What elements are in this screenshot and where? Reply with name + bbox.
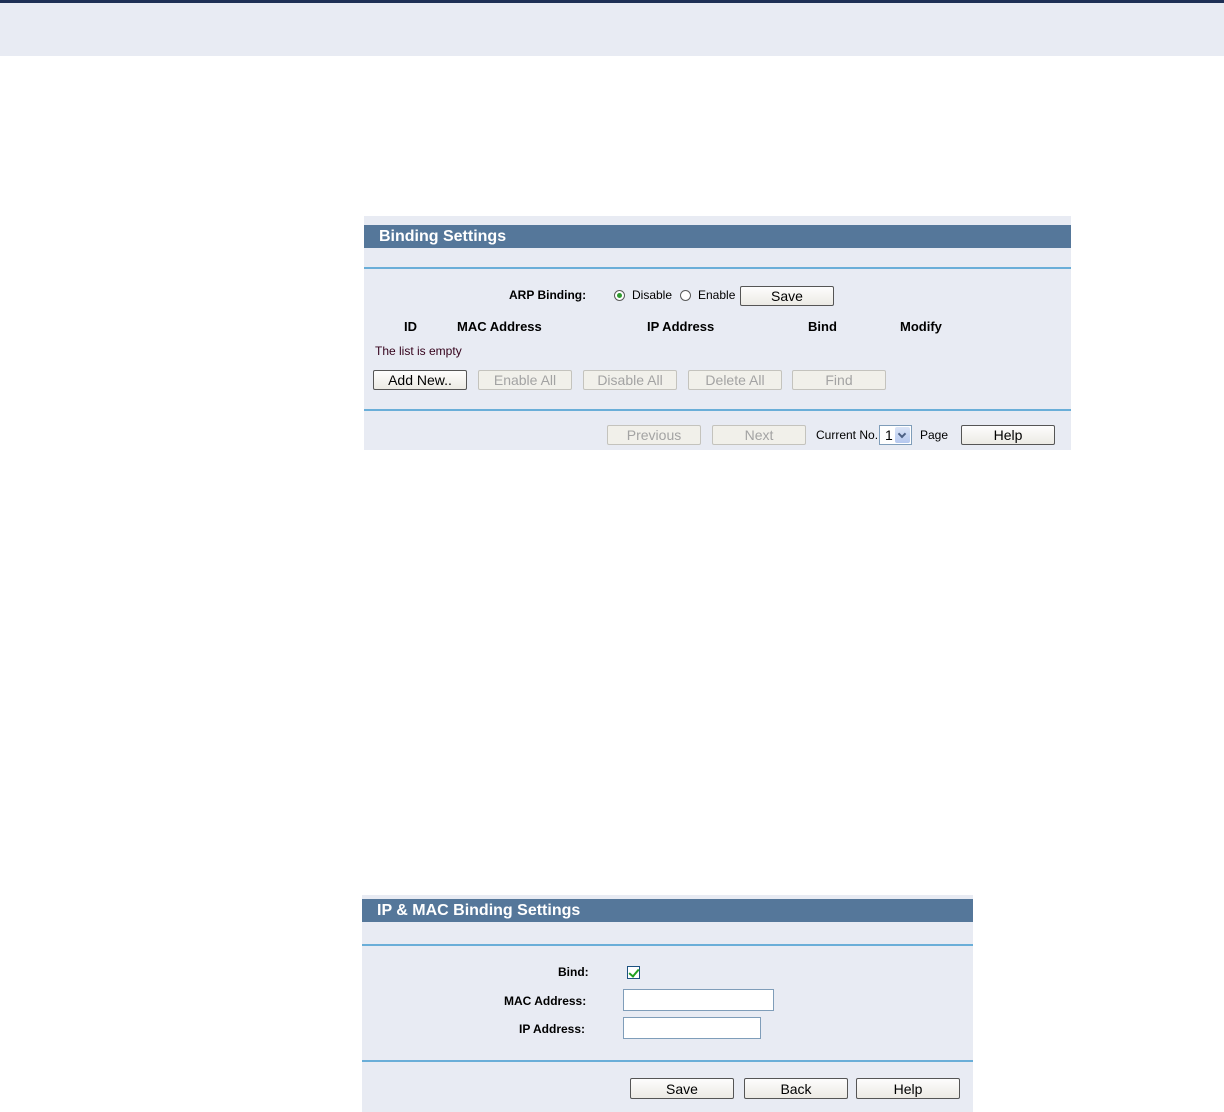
chevron-down-icon[interactable] xyxy=(895,427,910,443)
panel-divider-top xyxy=(364,267,1071,269)
arp-save-button[interactable]: Save xyxy=(740,286,834,306)
next-page-button[interactable]: Next xyxy=(712,425,806,445)
empty-list-message: The list is empty xyxy=(375,344,462,358)
add-new-button[interactable]: Add New.. xyxy=(373,370,467,390)
top-banner xyxy=(0,0,1224,56)
ip-mac-binding-panel: IP & MAC Binding Settings Bind: MAC Addr… xyxy=(362,895,973,1112)
column-header-id: ID xyxy=(404,319,417,334)
ipmac-divider-top xyxy=(362,944,973,946)
column-header-modify: Modify xyxy=(900,319,942,334)
mac-address-label: MAC Address: xyxy=(504,994,587,1008)
panel-divider-bottom xyxy=(364,409,1071,411)
back-button[interactable]: Back xyxy=(744,1078,848,1099)
bind-checkbox[interactable] xyxy=(627,966,640,979)
arp-enable-radio[interactable] xyxy=(680,290,691,301)
binding-settings-title: Binding Settings xyxy=(364,225,1071,248)
delete-all-button[interactable]: Delete All xyxy=(688,370,782,390)
previous-page-button[interactable]: Previous xyxy=(607,425,701,445)
find-button[interactable]: Find xyxy=(792,370,886,390)
ipmac-save-button[interactable]: Save xyxy=(630,1078,734,1099)
enable-all-button[interactable]: Enable All xyxy=(478,370,572,390)
ip-mac-binding-title: IP & MAC Binding Settings xyxy=(362,899,973,922)
ipmac-divider-bottom xyxy=(362,1060,973,1062)
binding-settings-panel: Binding Settings ARP Binding: Disable En… xyxy=(364,216,1071,450)
help-button[interactable]: Help xyxy=(961,425,1055,445)
checkmark-icon xyxy=(628,966,640,978)
current-page-value: 1 xyxy=(885,427,893,443)
arp-enable-label: Enable xyxy=(698,288,736,302)
arp-binding-label: ARP Binding: xyxy=(509,288,587,302)
ipmac-help-button[interactable]: Help xyxy=(856,1078,960,1099)
ip-address-input[interactable] xyxy=(623,1017,761,1039)
current-page-select[interactable]: 1 xyxy=(879,425,912,445)
arp-disable-label: Disable xyxy=(632,288,673,302)
bind-label: Bind: xyxy=(558,965,589,979)
disable-all-button[interactable]: Disable All xyxy=(583,370,677,390)
column-header-bind: Bind xyxy=(808,319,837,334)
top-accent-line xyxy=(0,0,1224,3)
current-no-label: Current No. xyxy=(816,428,879,442)
page-label: Page xyxy=(920,428,949,442)
column-header-mac-address: MAC Address xyxy=(457,319,542,334)
column-header-ip-address: IP Address xyxy=(647,319,715,334)
mac-address-input[interactable] xyxy=(623,989,774,1011)
ip-address-label: IP Address: xyxy=(519,1022,586,1036)
arp-disable-radio[interactable] xyxy=(614,290,625,301)
